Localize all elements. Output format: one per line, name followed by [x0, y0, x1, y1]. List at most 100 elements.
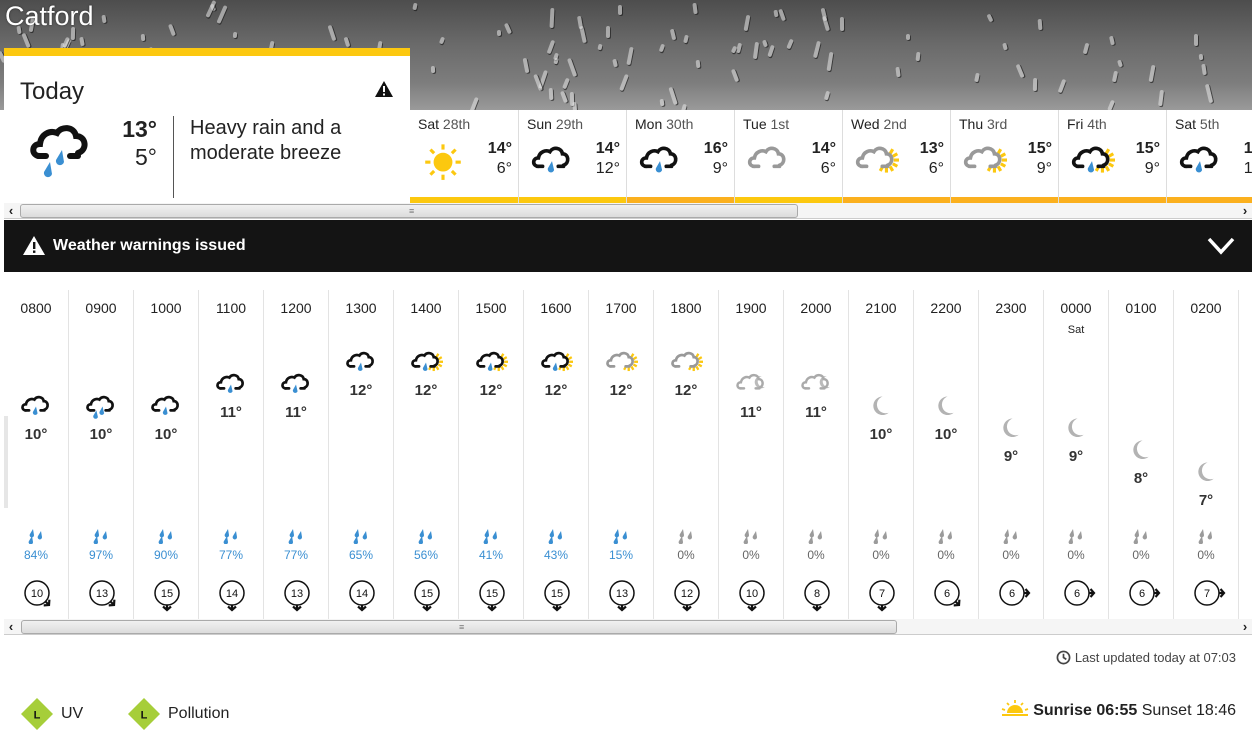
uv-index[interactable]: L UV — [20, 697, 110, 731]
light-rain-sun-icon — [474, 346, 508, 376]
raindrop-decoration — [1082, 43, 1090, 56]
svg-text:14: 14 — [356, 588, 368, 600]
hour-column[interactable]: 0900 10° 97% 13 — [69, 290, 134, 620]
hour-time: 1400 — [410, 300, 442, 316]
raindrop-decoration — [743, 14, 750, 31]
raindrop-decoration — [668, 87, 678, 106]
raindrop-decoration — [626, 46, 634, 66]
hour-time: 1500 — [475, 300, 507, 316]
raindrop-decoration — [619, 73, 629, 91]
day-forecast[interactable]: Sat 28th 14° 6° — [410, 110, 518, 204]
day-label: Mon 30th — [635, 116, 694, 132]
day-forecast[interactable]: Thu 3rd 15° 9° — [950, 110, 1058, 204]
rain-drops-icon — [92, 528, 110, 545]
raindrop-decoration — [895, 66, 901, 78]
hour-column[interactable]: 1000 10° 90% 15 — [134, 290, 199, 620]
hour-column[interactable]: 1900 11° 0% 10 — [719, 290, 784, 620]
scroll-right-icon[interactable]: › — [1238, 203, 1252, 219]
raindrop-decoration — [1199, 53, 1204, 61]
hour-weather: 12° — [524, 346, 588, 416]
raindrop-decoration — [1201, 63, 1207, 75]
raindrop-decoration — [1148, 64, 1156, 83]
raindrop-decoration — [1193, 34, 1198, 47]
wind-direction-icon: 12 — [672, 578, 706, 612]
today-card[interactable]: Today 13° 5° Heavy rain and a moderate b… — [4, 48, 410, 203]
hourly-scrollbar[interactable]: ‹ ≡ › — [4, 619, 1252, 635]
pollution-index[interactable]: L Pollution — [127, 697, 257, 731]
hour-weather: 9° — [979, 412, 1043, 482]
raindrop-decoration — [730, 69, 740, 83]
rain-chance: 56% — [413, 548, 439, 562]
day-forecast[interactable]: Sat 5th 16° 10° — [1166, 110, 1252, 204]
raindrop-decoration — [547, 39, 556, 54]
cloudy-icon — [745, 138, 791, 180]
hour-weather: 9° — [1044, 412, 1108, 482]
hour-column[interactable]: 1500 12° 41% 15 — [459, 290, 524, 620]
day-low-temp: 9° — [1144, 160, 1160, 177]
wind-direction-icon: 8 — [802, 578, 836, 612]
day-forecast[interactable]: Sun 29th 14° 12° — [518, 110, 626, 204]
hour-time: 1200 — [280, 300, 312, 316]
hour-column[interactable]: 1600 12° 43% 15 — [524, 290, 589, 620]
day-forecast[interactable]: Tue 1st 14° 6° — [734, 110, 842, 204]
hour-column[interactable]: 0200 7° 0% 7 — [1174, 290, 1239, 620]
raindrop-decoration — [824, 90, 831, 101]
hour-temp: 10° — [154, 426, 178, 443]
hour-column[interactable]: 0000 Sat 9° 0% 6 — [1044, 290, 1109, 620]
chevron-down-icon[interactable] — [1206, 233, 1236, 257]
raindrop-decoration — [786, 38, 794, 50]
sunny-intervals-icon — [961, 138, 1007, 180]
raindrop-decoration — [504, 23, 513, 36]
hour-temp: 8° — [1133, 470, 1149, 487]
day-low-temp: 12° — [595, 160, 620, 177]
rain-drops-icon — [612, 528, 630, 545]
scrollbar-thumb[interactable]: ≡ — [21, 620, 897, 634]
hour-column[interactable]: 1700 12° 15% 13 — [589, 290, 654, 620]
scroll-left-icon[interactable]: ‹ — [4, 619, 18, 635]
hour-column[interactable]: 0100 8° 0% 6 — [1109, 290, 1174, 620]
rain-drops-icon — [547, 528, 565, 545]
scrollbar-thumb[interactable]: ≡ — [20, 204, 798, 218]
hour-column[interactable]: 1100 11° 77% 14 — [199, 290, 264, 620]
raindrop-decoration — [658, 43, 666, 53]
hour-column[interactable]: 2100 10° 0% 7 — [849, 290, 914, 620]
raindrop-decoration — [596, 43, 603, 51]
partly-cloudy-night-icon — [734, 368, 768, 398]
hour-temp: 11° — [805, 404, 827, 421]
hour-column[interactable]: 1300 12° 65% 14 — [329, 290, 394, 620]
hour-temp: 9° — [1068, 448, 1084, 465]
wind-direction-icon: 6 — [997, 578, 1031, 612]
raindrop-decoration — [986, 13, 994, 24]
rain-drops-icon — [287, 528, 305, 545]
clear-night-icon — [929, 390, 963, 420]
rain-chance: 77% — [283, 548, 309, 562]
today-description: Heavy rain and a moderate breeze — [190, 117, 342, 164]
rain-drops-icon — [742, 528, 760, 545]
hour-column[interactable]: 2200 10° 0% 6 — [914, 290, 979, 620]
day-forecast[interactable]: Mon 30th 16° 9° — [626, 110, 734, 204]
weather-warnings-bar[interactable]: Weather warnings issued — [4, 220, 1252, 272]
day-low-temp: 6° — [820, 160, 836, 177]
hour-temp: 10° — [869, 426, 893, 443]
scroll-left-icon[interactable]: ‹ — [4, 203, 18, 219]
hour-time: 2100 — [865, 300, 897, 316]
hour-column[interactable]: 1200 11° 77% 13 — [264, 290, 329, 620]
hour-column[interactable]: 2000 11° 0% 8 — [784, 290, 849, 620]
day-forecast[interactable]: Wed 2nd 13° 6° — [842, 110, 950, 204]
daily-scrollbar[interactable]: ‹ ≡ › — [4, 203, 1252, 219]
rain-drops-icon — [1132, 528, 1150, 545]
day-label: Sun 29th — [527, 116, 584, 132]
hour-weather: 12° — [329, 346, 393, 416]
hour-column[interactable]: 1800 12° 0% 12 — [654, 290, 719, 620]
today-low-temp: 5° — [135, 144, 157, 170]
hour-column[interactable]: 0800 10° 84% 10 — [4, 290, 69, 620]
rain-drops-icon — [1067, 528, 1085, 545]
hour-column[interactable]: 2300 9° 0% 6 — [979, 290, 1044, 620]
day-forecast[interactable]: Fri 4th 15° 9° — [1058, 110, 1166, 204]
scroll-right-icon[interactable]: › — [1238, 619, 1252, 635]
raindrop-decoration — [669, 28, 677, 41]
hour-column[interactable]: 1400 12° 56% 15 — [394, 290, 459, 620]
rain-chance: 0% — [1002, 548, 1020, 562]
rain-drops-icon — [482, 528, 500, 545]
sunny-intervals-icon — [669, 346, 703, 376]
